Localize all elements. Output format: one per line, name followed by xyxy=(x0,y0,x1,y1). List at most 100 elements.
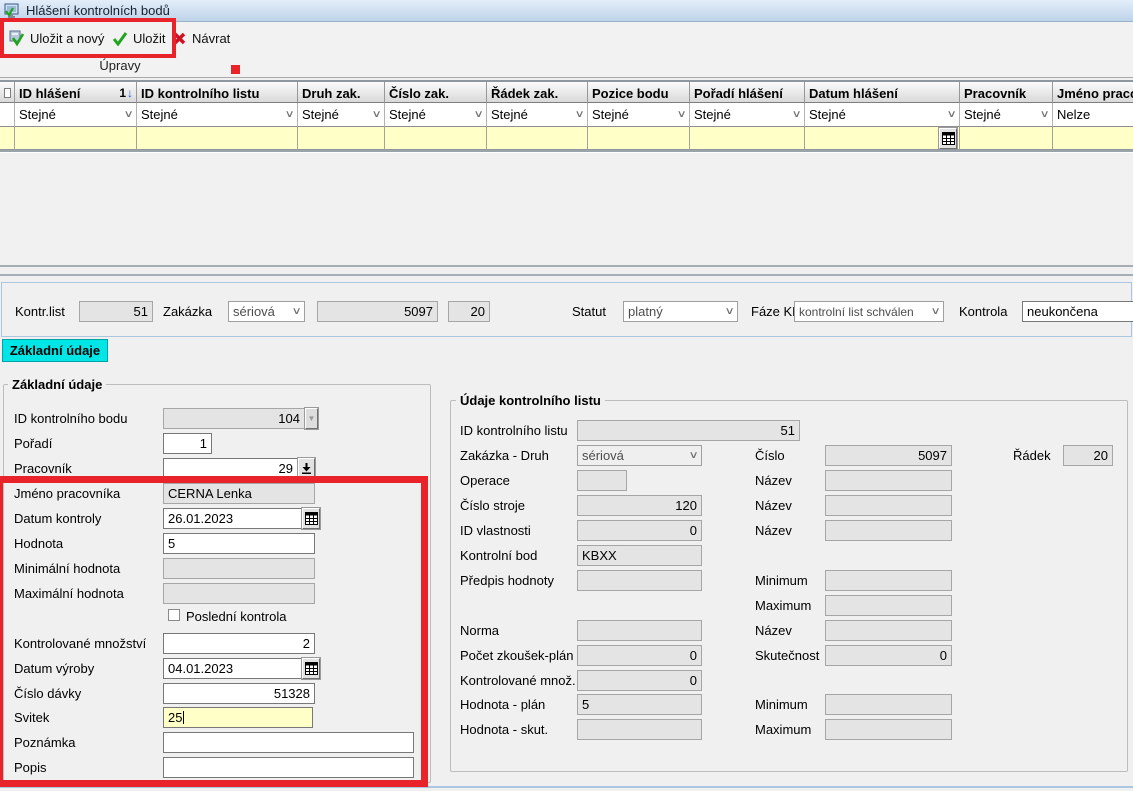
calendar-icon xyxy=(305,512,318,525)
field-label: Název xyxy=(755,623,792,638)
id-kontrolniho-bodu-field: 104 xyxy=(163,408,305,429)
chevron-down-icon: ∨ xyxy=(123,110,133,120)
separator xyxy=(0,274,1133,276)
id-vlastnosti-field: 0 xyxy=(577,520,702,541)
grid-filter-dropdown[interactable]: Nelze xyxy=(1053,103,1133,127)
back-button[interactable]: Návrat xyxy=(168,26,234,50)
field-label: Řádek xyxy=(1013,448,1051,463)
field-label: Číslo xyxy=(755,448,785,463)
arrow-down-bar-icon xyxy=(302,463,311,474)
chevron-down-icon: ∨ xyxy=(946,110,956,120)
field-label: Skutečnost xyxy=(755,648,819,663)
field-label: Minimum xyxy=(755,697,808,712)
grid-filter-dropdown[interactable]: Stejné∨ xyxy=(487,103,588,127)
grid-column-header[interactable]: Číslo zak. xyxy=(385,82,487,103)
grid-cell[interactable] xyxy=(385,127,487,150)
grid-cell-date[interactable] xyxy=(805,127,960,150)
field-label: Název xyxy=(755,498,792,513)
toolbar: Uložit a nový Uložit Návrat Úpravy xyxy=(0,22,1133,78)
hodnota-field[interactable]: 5 xyxy=(163,533,315,554)
save-and-new-button[interactable]: Uložit a nový xyxy=(4,26,108,50)
select-all-header-cell[interactable] xyxy=(0,82,15,103)
nazev-field xyxy=(825,495,952,516)
grid-filter-row: Stejné∨ Stejné∨ Stejné∨ Stejné∨ Stejné∨ … xyxy=(0,103,1133,127)
statut-dropdown[interactable]: platný∨ xyxy=(623,301,738,322)
chevron-down-icon: ∨ xyxy=(930,307,940,317)
save-and-new-label: Uložit a nový xyxy=(30,31,104,46)
grid-cell[interactable] xyxy=(588,127,690,150)
poradi-field[interactable]: 1 xyxy=(163,433,212,454)
grid-cell[interactable] xyxy=(960,127,1053,150)
app-window: Hlášení kontrolních bodů Uložit a nový U… xyxy=(0,0,1133,791)
grid-column-header[interactable]: Jméno pracovníka xyxy=(1053,82,1133,103)
field-label: Kontrolované množství xyxy=(14,636,146,651)
poznamka-field[interactable] xyxy=(163,732,414,753)
zakazka-druh-readonly-dropdown: sériová∨ xyxy=(577,445,702,466)
grid-filter-dropdown[interactable]: Stejné∨ xyxy=(960,103,1053,127)
field-label: Popis xyxy=(14,760,47,775)
grid-column-header[interactable]: Pracovník xyxy=(960,82,1053,103)
red-x-icon xyxy=(172,31,187,46)
grid-column-header[interactable]: Datum hlášení xyxy=(805,82,960,103)
grid-filter-dropdown[interactable]: Stejné∨ xyxy=(15,103,137,127)
skutecnost-field: 0 xyxy=(825,645,952,666)
grid-filter-dropdown[interactable]: Stejné∨ xyxy=(385,103,487,127)
grid-cell[interactable] xyxy=(0,127,15,150)
grid-column-header[interactable]: Druh zak. xyxy=(298,82,385,103)
grid-cell[interactable] xyxy=(1053,127,1133,150)
hodnota-plan-field: 5 xyxy=(577,694,702,715)
calendar-button[interactable] xyxy=(939,128,957,149)
window-monitor-icon xyxy=(4,3,20,19)
kontrolovane-mnozstvi-field[interactable]: 2 xyxy=(163,633,315,654)
grid-cell[interactable] xyxy=(298,127,385,150)
grid-column-header[interactable]: Pořadí hlášení xyxy=(690,82,805,103)
grid-filter-dropdown[interactable]: Stejné∨ xyxy=(805,103,960,127)
calendar-button[interactable] xyxy=(302,508,320,529)
maximalni-hodnota-field xyxy=(163,583,315,604)
datum-vyroby-field[interactable]: 04.01.2023 xyxy=(163,658,302,679)
chevron-down-icon: ∨ xyxy=(574,110,584,120)
datum-kontroly-field[interactable]: 26.01.2023 xyxy=(163,508,302,529)
grid-column-header[interactable]: Řádek zak. xyxy=(487,82,588,103)
jmeno-pracovnika-field: CERNA Lenka xyxy=(163,483,315,504)
grid-filter-dropdown[interactable]: Stejné∨ xyxy=(588,103,690,127)
grid-column-header[interactable]: ID hlášení 1 ↓ xyxy=(15,82,137,103)
records-grid: ID hlášení 1 ↓ ID kontrolního listu Druh… xyxy=(0,80,1133,150)
right-groupbox-title: Údaje kontrolního listu xyxy=(456,393,605,408)
field-label: Maximální hodnota xyxy=(14,586,124,601)
grid-cell[interactable] xyxy=(487,127,588,150)
grid-cell[interactable] xyxy=(690,127,805,150)
grid-filter-dropdown[interactable]: Stejné∨ xyxy=(690,103,805,127)
calendar-button[interactable] xyxy=(302,658,320,679)
calendar-icon xyxy=(305,662,318,675)
grid-column-header[interactable]: ID kontrolního listu xyxy=(137,82,298,103)
select-all-checkbox[interactable] xyxy=(4,88,11,98)
posledni-kontrola-checkbox[interactable] xyxy=(168,609,180,621)
posledni-kontrola-label: Poslední kontrola xyxy=(186,609,286,624)
back-label: Návrat xyxy=(192,31,230,46)
minimum-field xyxy=(825,694,952,715)
svitek-field-focused[interactable]: 25 xyxy=(163,707,313,728)
zakazka-label: Zakázka xyxy=(163,304,212,319)
grid-filter-dropdown[interactable]: Stejné∨ xyxy=(298,103,385,127)
faze-kl-dropdown[interactable]: kontrolní list schválen∨ xyxy=(794,301,944,322)
grid-cell[interactable] xyxy=(15,127,137,150)
nazev-field xyxy=(825,520,952,541)
pracovnik-field[interactable]: 29 xyxy=(163,458,298,479)
grid-column-header[interactable]: Pozice bodu xyxy=(588,82,690,103)
lookup-button[interactable] xyxy=(298,458,315,479)
chevron-down-icon: ∨ xyxy=(676,110,686,120)
cislo-davky-field[interactable]: 51328 xyxy=(163,683,315,704)
norma-field xyxy=(577,620,702,641)
save-button[interactable]: Uložit xyxy=(108,26,170,50)
zakazka-druh-dropdown[interactable]: sériová∨ xyxy=(228,301,305,322)
grid-filter-dropdown[interactable]: Stejné∨ xyxy=(137,103,298,127)
chevron-down-icon: ∨ xyxy=(791,110,801,120)
kontrolni-bod-field: KBXX xyxy=(577,545,702,566)
tab-zakladni-udaje[interactable]: Základní údaje xyxy=(2,339,108,362)
kontrolovane-mnoz-field: 0 xyxy=(577,670,702,691)
field-label: Pořadí xyxy=(14,436,52,451)
grid-cell[interactable] xyxy=(137,127,298,150)
window-title: Hlášení kontrolních bodů xyxy=(26,3,170,18)
popis-field[interactable] xyxy=(163,757,414,778)
